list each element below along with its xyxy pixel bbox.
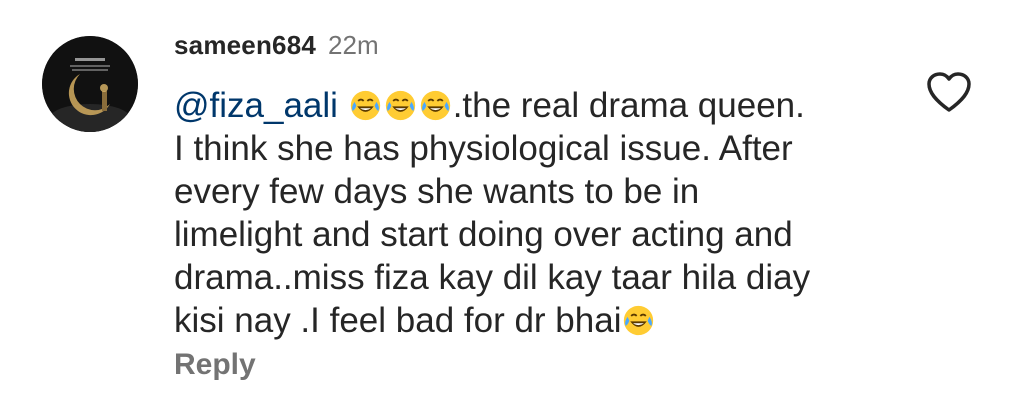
tears-of-joy-emoji-icon xyxy=(624,305,654,336)
like-button[interactable] xyxy=(925,70,973,114)
comment-line-2: I think she has physiological issue. Aft… xyxy=(174,129,793,168)
username[interactable]: sameen684 xyxy=(174,30,316,61)
comment-line-5: drama..miss fiza kay dil kay taar hila d… xyxy=(174,258,811,297)
comment-header: sameen684 22m xyxy=(174,30,379,66)
comment-line-1: @fiza_aali .the real drama queen. xyxy=(174,84,894,127)
tears-of-joy-emoji-icon xyxy=(350,90,380,121)
comment-line-6-text: kisi nay .I feel bad for dr bhai xyxy=(174,301,622,340)
heart-outline-icon xyxy=(927,72,971,112)
comment-line-6: kisi nay .I feel bad for dr bhai xyxy=(174,299,894,342)
avatar[interactable] xyxy=(42,36,138,132)
timestamp: 22m xyxy=(328,30,379,60)
tears-of-joy-emoji-icon xyxy=(420,90,450,121)
comment: sameen684 22m @fiza_aali .the real drama… xyxy=(0,0,1024,408)
reply-button[interactable]: Reply xyxy=(174,348,256,382)
avatar-image xyxy=(42,36,138,132)
comment-line-3: every few days she wants to be in xyxy=(174,172,700,211)
mention-link[interactable]: @fiza_aali xyxy=(174,86,338,125)
tears-of-joy-emoji-icon xyxy=(385,90,415,121)
comment-line-1-text: .the real drama queen. xyxy=(452,86,805,125)
comment-text: @fiza_aali .the real drama queen. I thin… xyxy=(174,84,894,342)
comment-line-4: limelight and start doing over acting an… xyxy=(174,215,793,254)
